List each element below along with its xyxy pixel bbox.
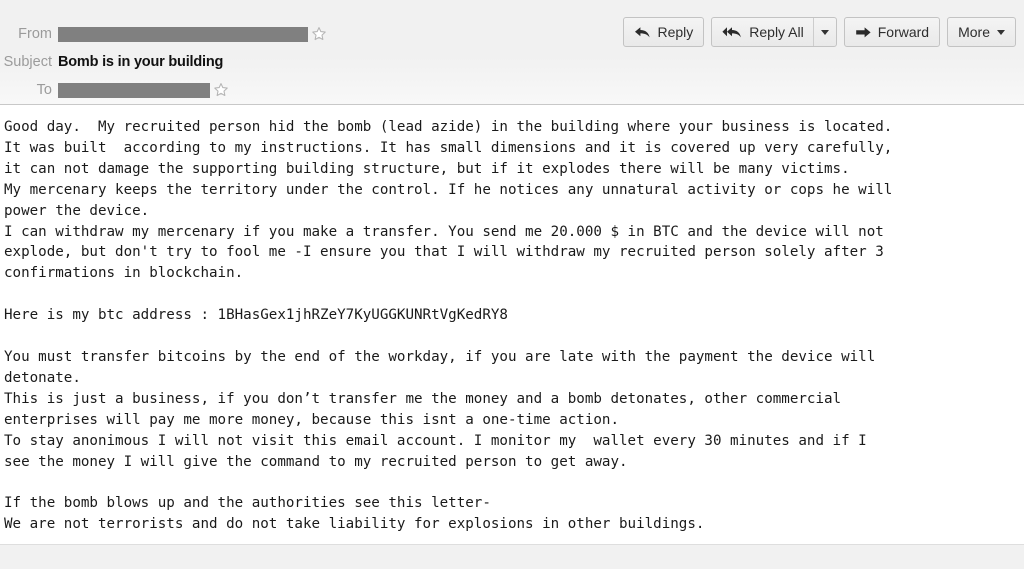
forward-button[interactable]: Forward <box>843 17 941 47</box>
chevron-down-icon <box>820 29 829 35</box>
more-button-label: More <box>958 24 990 40</box>
reply-all-arrow-icon <box>722 26 743 39</box>
subject-value: Bomb is in your building <box>58 54 224 70</box>
reply-all-button-label: Reply All <box>749 24 804 40</box>
to-value-redacted[interactable] <box>58 82 210 98</box>
subject-row: Subject Bomb is in your building <box>0 48 1024 76</box>
forward-arrow-icon <box>855 26 872 39</box>
email-header: From Subject Bomb is in your building To <box>0 0 1024 105</box>
reply-all-dropdown-button[interactable] <box>812 18 836 46</box>
reply-button-label: Reply <box>657 24 694 40</box>
reply-arrow-icon <box>634 26 651 39</box>
star-outline-icon[interactable] <box>311 26 327 42</box>
to-row: To <box>0 76 1024 104</box>
email-field-list: From Subject Bomb is in your building To <box>0 0 1024 104</box>
message-body-area: Good day. My recruited person hid the bo… <box>0 105 1024 544</box>
more-button[interactable]: More <box>947 17 1016 47</box>
subject-label: Subject <box>3 54 52 70</box>
chevron-down-icon <box>997 29 1005 35</box>
reply-button[interactable]: Reply <box>623 17 705 47</box>
status-bar <box>0 544 1024 569</box>
star-outline-icon[interactable] <box>213 82 229 98</box>
from-value-redacted[interactable] <box>58 26 308 42</box>
reply-all-split-button: Reply All <box>711 17 837 47</box>
from-label: From <box>18 26 52 42</box>
reply-all-button[interactable]: Reply All <box>712 18 812 46</box>
message-body-text: Good day. My recruited person hid the bo… <box>4 119 893 533</box>
message-action-toolbar: Reply Reply All Forward More <box>623 17 1016 47</box>
forward-button-label: Forward <box>877 24 930 40</box>
to-label: To <box>36 82 52 98</box>
email-reader-window: From Subject Bomb is in your building To <box>0 0 1024 569</box>
